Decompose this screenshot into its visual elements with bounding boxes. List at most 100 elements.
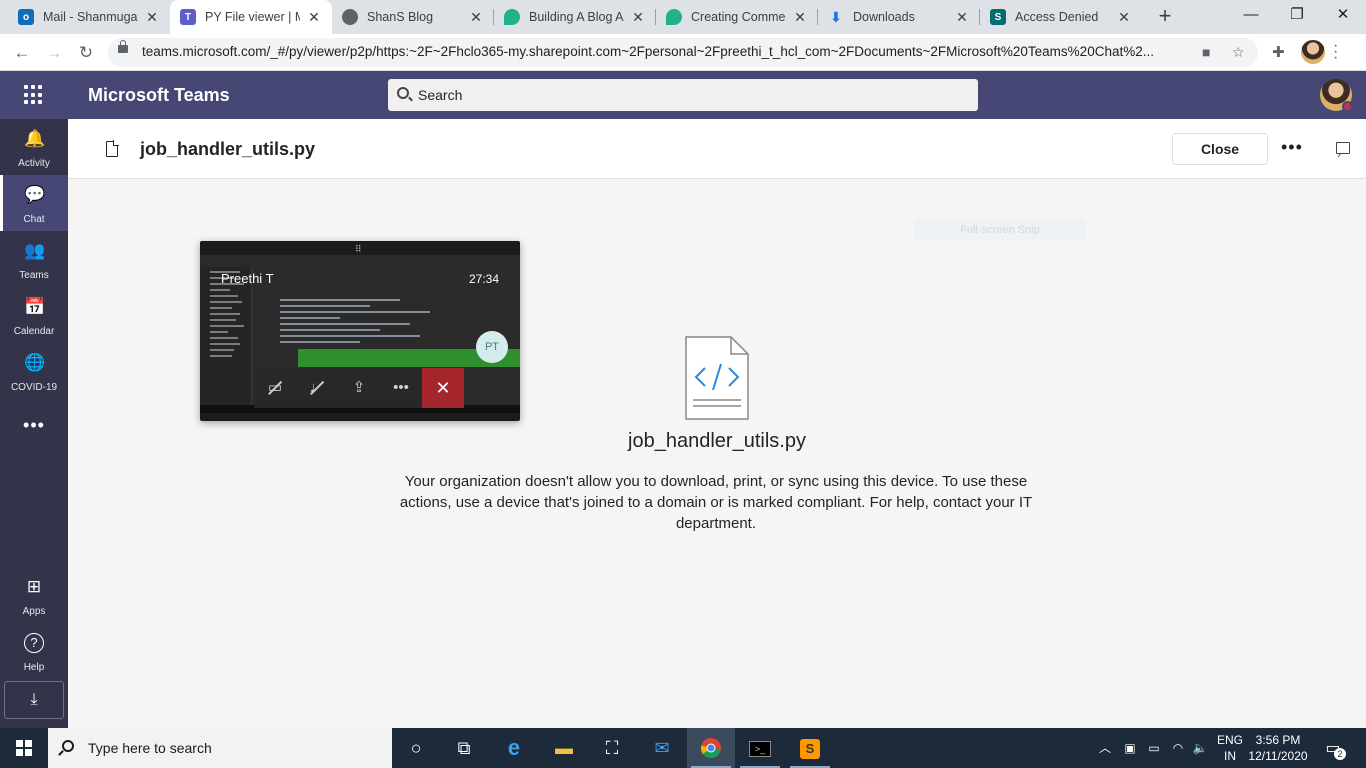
chrome-logo (700, 738, 721, 759)
lock-icon[interactable] (118, 40, 128, 53)
teams-header: Microsoft Teams Search (0, 71, 1366, 119)
share-screen-icon[interactable]: ⇪ (338, 368, 380, 408)
app-favicon-icon (504, 9, 520, 25)
omnibox[interactable]: teams.microsoft.com/_#/py/viewer/p2p/htt… (108, 38, 1258, 67)
minimize-icon[interactable]: — (1228, 0, 1274, 32)
browser-profile-avatar[interactable] (1301, 40, 1325, 64)
file-icon (106, 140, 119, 157)
tab-mail[interactable]: o Mail - Shanmugan ✕ (8, 0, 170, 34)
more-apps-icon[interactable]: ••• (0, 415, 68, 436)
rail-item-apps[interactable]: ⊞ Apps (0, 567, 68, 623)
snip-overlay-label: Full-screen Snip (914, 219, 1086, 241)
close-tab-icon[interactable]: ✕ (468, 9, 484, 26)
close-tab-icon[interactable]: ✕ (792, 9, 808, 26)
camera-blocked-icon[interactable]: ■ (1202, 44, 1210, 60)
search-input[interactable]: Search (388, 79, 978, 111)
tab-label: PY File viewer | Mi (205, 10, 300, 24)
battery-icon[interactable]: ▭ (1144, 728, 1164, 768)
sublime-text-icon[interactable]: S (786, 728, 834, 768)
app-launcher-icon[interactable] (24, 85, 44, 105)
bookmark-star-icon[interactable]: ☆ (1232, 44, 1245, 61)
calendar-icon: 📅 (24, 297, 46, 316)
new-tab-button[interactable]: + (1152, 4, 1178, 30)
close-tab-icon[interactable]: ✕ (954, 9, 970, 26)
cortana-icon[interactable]: ○ (392, 728, 440, 768)
terminal-icon[interactable]: >_ (736, 728, 784, 768)
file-explorer-icon[interactable]: ▬ (540, 728, 588, 768)
presence-busy-indicator (1342, 101, 1353, 112)
browser-menu-icon[interactable]: · · · (1333, 38, 1338, 66)
device-icon[interactable]: ▣ (1120, 728, 1140, 768)
system-clock[interactable]: 3:56 PM 12/11/2020 (1246, 732, 1310, 764)
tab-downloads[interactable]: ⬇ Downloads ✕ (818, 0, 980, 34)
close-tab-icon[interactable]: ✕ (630, 9, 646, 26)
close-tab-icon[interactable]: ✕ (306, 9, 322, 26)
window-close-icon[interactable]: ✕ (1320, 0, 1366, 32)
wifi-icon[interactable]: ◠ (1168, 728, 1188, 768)
download-app-icon[interactable]: ⤓ (4, 681, 64, 719)
tab-label: ShanS Blog (367, 10, 434, 24)
rail-label: Activity (18, 158, 50, 169)
rail-label: Teams (19, 270, 49, 281)
store-icon[interactable]: ⛶ (588, 728, 636, 768)
call-timer: 27:34 (468, 272, 499, 286)
edge-icon[interactable]: e (490, 728, 538, 768)
covid-app-icon: 🌐 (24, 353, 46, 372)
rail-item-teams[interactable]: 👥 Teams (0, 231, 68, 287)
show-hidden-icons-icon[interactable]: ︿ (1096, 728, 1114, 768)
url-text[interactable]: teams.microsoft.com/_#/py/viewer/p2p/htt… (142, 44, 1192, 59)
tab-building-blog[interactable]: Building A Blog Ap ✕ (494, 0, 656, 34)
chrome-icon[interactable] (687, 728, 735, 768)
participant-avatar: PT (476, 331, 508, 363)
input-language[interactable]: ENG IN (1214, 732, 1246, 764)
browser-tab-strip: o Mail - Shanmugan ✕ T PY File viewer | … (0, 0, 1366, 34)
rail-item-chat[interactable]: 💬 Chat (0, 175, 68, 231)
windows-logo-icon (16, 740, 32, 756)
tab-shans-blog[interactable]: ShanS Blog ✕ (332, 0, 494, 34)
restore-icon[interactable]: ❐ (1274, 0, 1320, 32)
drag-handle-icon[interactable]: ⠿ (355, 244, 362, 255)
taskbar-search-input[interactable]: Type here to search (48, 728, 392, 768)
preview-file-name: job_handler_utils.py (628, 430, 806, 452)
globe-icon (342, 9, 358, 25)
task-view-icon[interactable]: ⧉ (440, 728, 488, 768)
mail-icon[interactable]: ✉ (638, 728, 686, 768)
clock-date: 12/11/2020 (1248, 749, 1308, 763)
call-monitor-window[interactable]: ⠿ Preethi T 27:34 PT ▭ ♩ ⇪ ••• ✕ (200, 241, 520, 421)
call-controls: ▭ ♩ ⇪ ••• ✕ (254, 368, 466, 408)
windows-taskbar: Type here to search ○ ⧉ e ▬ ⛶ ✉ >_ S ︿ ▣… (0, 728, 1366, 768)
notification-icon[interactable]: ▭ 2 (1322, 738, 1346, 760)
download-icon: ⬇ (830, 8, 842, 25)
rail-label: COVID-19 (10, 382, 58, 393)
camera-off-icon[interactable]: ▭ (254, 368, 296, 408)
file-viewer: job_handler_utils.py Close ••• Full-scre… (68, 119, 1366, 728)
chat-icon: 💬 (24, 185, 46, 204)
rail-item-help[interactable]: ? Help (0, 623, 68, 679)
tab-creating-comment[interactable]: Creating Commen ✕ (656, 0, 818, 34)
volume-icon[interactable]: 🔈 (1190, 728, 1210, 768)
close-tab-icon[interactable]: ✕ (144, 9, 160, 26)
extensions-puzzle-icon[interactable]: ✚ (1272, 43, 1285, 61)
call-more-icon[interactable]: ••• (380, 368, 422, 408)
sharepoint-icon: S (990, 9, 1006, 25)
rail-item-covid19[interactable]: 🌐 COVID-19 (0, 343, 68, 399)
apps-icon: ⊞ (26, 577, 42, 596)
mic-muted-icon[interactable]: ♩ (296, 368, 338, 408)
tab-access-denied[interactable]: S Access Denied ✕ (980, 0, 1142, 34)
rail-item-activity[interactable]: 🔔 Activity (0, 119, 68, 175)
close-button[interactable]: Close (1172, 133, 1268, 165)
forward-arrow-icon[interactable]: → (40, 39, 68, 67)
close-tab-icon[interactable]: ✕ (1116, 9, 1132, 26)
reload-icon[interactable]: ↻ (72, 39, 100, 67)
notification-count: 2 (1334, 748, 1346, 760)
rail-label: Apps (22, 606, 46, 617)
start-button[interactable] (0, 728, 48, 768)
hang-up-button[interactable]: ✕ (422, 368, 464, 408)
back-arrow-icon[interactable]: ← (8, 39, 36, 67)
more-options-icon[interactable]: ••• (1281, 137, 1303, 158)
lang-code: ENG (1216, 733, 1243, 747)
rail-item-calendar[interactable]: 📅 Calendar (0, 287, 68, 343)
conversation-icon[interactable] (1336, 142, 1350, 154)
tab-py-file-viewer[interactable]: T PY File viewer | Mi ✕ (170, 0, 332, 34)
code-file-icon (685, 336, 749, 420)
